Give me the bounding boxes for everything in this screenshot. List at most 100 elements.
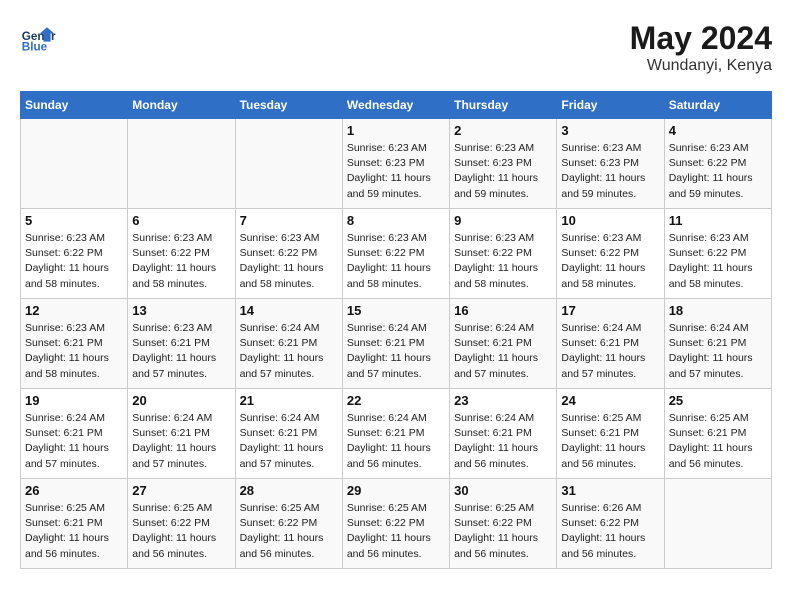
day-number: 16 bbox=[454, 303, 552, 318]
day-info: Sunrise: 6:24 AM Sunset: 6:21 PM Dayligh… bbox=[669, 321, 767, 382]
calendar-week-row: 12 Sunrise: 6:23 AM Sunset: 6:21 PM Dayl… bbox=[21, 299, 772, 389]
day-info: Sunrise: 6:24 AM Sunset: 6:21 PM Dayligh… bbox=[347, 411, 445, 472]
day-number: 31 bbox=[561, 483, 659, 498]
weekday-header: Monday bbox=[128, 92, 235, 119]
day-info: Sunrise: 6:23 AM Sunset: 6:22 PM Dayligh… bbox=[240, 231, 338, 292]
day-number: 5 bbox=[25, 213, 123, 228]
weekday-header: Friday bbox=[557, 92, 664, 119]
day-info: Sunrise: 6:23 AM Sunset: 6:23 PM Dayligh… bbox=[561, 141, 659, 202]
day-number: 18 bbox=[669, 303, 767, 318]
calendar-cell: 3 Sunrise: 6:23 AM Sunset: 6:23 PM Dayli… bbox=[557, 119, 664, 209]
calendar-cell bbox=[664, 479, 771, 569]
day-info: Sunrise: 6:23 AM Sunset: 6:22 PM Dayligh… bbox=[25, 231, 123, 292]
calendar-header: SundayMondayTuesdayWednesdayThursdayFrid… bbox=[21, 92, 772, 119]
calendar-cell: 16 Sunrise: 6:24 AM Sunset: 6:21 PM Dayl… bbox=[450, 299, 557, 389]
day-info: Sunrise: 6:25 AM Sunset: 6:21 PM Dayligh… bbox=[561, 411, 659, 472]
calendar-cell: 13 Sunrise: 6:23 AM Sunset: 6:21 PM Dayl… bbox=[128, 299, 235, 389]
day-number: 20 bbox=[132, 393, 230, 408]
day-number: 13 bbox=[132, 303, 230, 318]
day-info: Sunrise: 6:24 AM Sunset: 6:21 PM Dayligh… bbox=[132, 411, 230, 472]
calendar-cell: 21 Sunrise: 6:24 AM Sunset: 6:21 PM Dayl… bbox=[235, 389, 342, 479]
day-info: Sunrise: 6:25 AM Sunset: 6:22 PM Dayligh… bbox=[454, 501, 552, 562]
day-number: 7 bbox=[240, 213, 338, 228]
calendar-cell bbox=[235, 119, 342, 209]
calendar-cell: 14 Sunrise: 6:24 AM Sunset: 6:21 PM Dayl… bbox=[235, 299, 342, 389]
calendar-cell: 17 Sunrise: 6:24 AM Sunset: 6:21 PM Dayl… bbox=[557, 299, 664, 389]
day-number: 1 bbox=[347, 123, 445, 138]
calendar-week-row: 5 Sunrise: 6:23 AM Sunset: 6:22 PM Dayli… bbox=[21, 209, 772, 299]
day-info: Sunrise: 6:23 AM Sunset: 6:22 PM Dayligh… bbox=[561, 231, 659, 292]
day-number: 24 bbox=[561, 393, 659, 408]
day-info: Sunrise: 6:24 AM Sunset: 6:21 PM Dayligh… bbox=[25, 411, 123, 472]
day-number: 14 bbox=[240, 303, 338, 318]
day-number: 27 bbox=[132, 483, 230, 498]
calendar-cell: 19 Sunrise: 6:24 AM Sunset: 6:21 PM Dayl… bbox=[21, 389, 128, 479]
calendar-cell: 20 Sunrise: 6:24 AM Sunset: 6:21 PM Dayl… bbox=[128, 389, 235, 479]
calendar-week-row: 26 Sunrise: 6:25 AM Sunset: 6:21 PM Dayl… bbox=[21, 479, 772, 569]
day-number: 2 bbox=[454, 123, 552, 138]
calendar-body: 1 Sunrise: 6:23 AM Sunset: 6:23 PM Dayli… bbox=[21, 119, 772, 569]
calendar-cell: 18 Sunrise: 6:24 AM Sunset: 6:21 PM Dayl… bbox=[664, 299, 771, 389]
calendar-cell: 25 Sunrise: 6:25 AM Sunset: 6:21 PM Dayl… bbox=[664, 389, 771, 479]
calendar-week-row: 19 Sunrise: 6:24 AM Sunset: 6:21 PM Dayl… bbox=[21, 389, 772, 479]
weekday-header: Tuesday bbox=[235, 92, 342, 119]
calendar-cell: 7 Sunrise: 6:23 AM Sunset: 6:22 PM Dayli… bbox=[235, 209, 342, 299]
weekday-header: Saturday bbox=[664, 92, 771, 119]
calendar-cell: 27 Sunrise: 6:25 AM Sunset: 6:22 PM Dayl… bbox=[128, 479, 235, 569]
day-number: 9 bbox=[454, 213, 552, 228]
day-info: Sunrise: 6:23 AM Sunset: 6:22 PM Dayligh… bbox=[132, 231, 230, 292]
weekday-header: Wednesday bbox=[342, 92, 449, 119]
day-info: Sunrise: 6:24 AM Sunset: 6:21 PM Dayligh… bbox=[347, 321, 445, 382]
day-info: Sunrise: 6:25 AM Sunset: 6:21 PM Dayligh… bbox=[25, 501, 123, 562]
day-info: Sunrise: 6:25 AM Sunset: 6:22 PM Dayligh… bbox=[132, 501, 230, 562]
day-info: Sunrise: 6:23 AM Sunset: 6:21 PM Dayligh… bbox=[132, 321, 230, 382]
day-info: Sunrise: 6:23 AM Sunset: 6:23 PM Dayligh… bbox=[347, 141, 445, 202]
day-info: Sunrise: 6:23 AM Sunset: 6:21 PM Dayligh… bbox=[25, 321, 123, 382]
day-number: 10 bbox=[561, 213, 659, 228]
day-number: 17 bbox=[561, 303, 659, 318]
day-number: 19 bbox=[25, 393, 123, 408]
day-info: Sunrise: 6:25 AM Sunset: 6:21 PM Dayligh… bbox=[669, 411, 767, 472]
day-number: 3 bbox=[561, 123, 659, 138]
day-info: Sunrise: 6:23 AM Sunset: 6:22 PM Dayligh… bbox=[454, 231, 552, 292]
calendar-week-row: 1 Sunrise: 6:23 AM Sunset: 6:23 PM Dayli… bbox=[21, 119, 772, 209]
day-number: 22 bbox=[347, 393, 445, 408]
calendar-cell: 22 Sunrise: 6:24 AM Sunset: 6:21 PM Dayl… bbox=[342, 389, 449, 479]
day-number: 28 bbox=[240, 483, 338, 498]
calendar-cell: 10 Sunrise: 6:23 AM Sunset: 6:22 PM Dayl… bbox=[557, 209, 664, 299]
month-year-title: May 2024 bbox=[630, 20, 772, 57]
day-number: 29 bbox=[347, 483, 445, 498]
calendar-cell: 11 Sunrise: 6:23 AM Sunset: 6:22 PM Dayl… bbox=[664, 209, 771, 299]
calendar-cell: 8 Sunrise: 6:23 AM Sunset: 6:22 PM Dayli… bbox=[342, 209, 449, 299]
page-header: General Blue May 2024 Wundanyi, Kenya bbox=[20, 20, 772, 75]
calendar-cell: 2 Sunrise: 6:23 AM Sunset: 6:23 PM Dayli… bbox=[450, 119, 557, 209]
day-info: Sunrise: 6:26 AM Sunset: 6:22 PM Dayligh… bbox=[561, 501, 659, 562]
calendar-cell: 23 Sunrise: 6:24 AM Sunset: 6:21 PM Dayl… bbox=[450, 389, 557, 479]
logo-icon: General Blue bbox=[20, 20, 56, 56]
calendar-cell: 1 Sunrise: 6:23 AM Sunset: 6:23 PM Dayli… bbox=[342, 119, 449, 209]
day-number: 23 bbox=[454, 393, 552, 408]
calendar-cell: 15 Sunrise: 6:24 AM Sunset: 6:21 PM Dayl… bbox=[342, 299, 449, 389]
svg-text:Blue: Blue bbox=[22, 41, 48, 54]
calendar-cell bbox=[21, 119, 128, 209]
day-info: Sunrise: 6:23 AM Sunset: 6:23 PM Dayligh… bbox=[454, 141, 552, 202]
calendar-cell: 29 Sunrise: 6:25 AM Sunset: 6:22 PM Dayl… bbox=[342, 479, 449, 569]
day-info: Sunrise: 6:24 AM Sunset: 6:21 PM Dayligh… bbox=[561, 321, 659, 382]
weekday-row: SundayMondayTuesdayWednesdayThursdayFrid… bbox=[21, 92, 772, 119]
day-number: 11 bbox=[669, 213, 767, 228]
day-info: Sunrise: 6:24 AM Sunset: 6:21 PM Dayligh… bbox=[240, 411, 338, 472]
day-info: Sunrise: 6:24 AM Sunset: 6:21 PM Dayligh… bbox=[454, 411, 552, 472]
calendar-cell: 9 Sunrise: 6:23 AM Sunset: 6:22 PM Dayli… bbox=[450, 209, 557, 299]
calendar-cell: 4 Sunrise: 6:23 AM Sunset: 6:22 PM Dayli… bbox=[664, 119, 771, 209]
weekday-header: Sunday bbox=[21, 92, 128, 119]
day-number: 15 bbox=[347, 303, 445, 318]
location-subtitle: Wundanyi, Kenya bbox=[630, 57, 772, 75]
calendar-cell: 31 Sunrise: 6:26 AM Sunset: 6:22 PM Dayl… bbox=[557, 479, 664, 569]
day-number: 21 bbox=[240, 393, 338, 408]
calendar-cell: 6 Sunrise: 6:23 AM Sunset: 6:22 PM Dayli… bbox=[128, 209, 235, 299]
calendar-table: SundayMondayTuesdayWednesdayThursdayFrid… bbox=[20, 91, 772, 569]
day-number: 30 bbox=[454, 483, 552, 498]
day-info: Sunrise: 6:24 AM Sunset: 6:21 PM Dayligh… bbox=[454, 321, 552, 382]
day-number: 8 bbox=[347, 213, 445, 228]
day-info: Sunrise: 6:23 AM Sunset: 6:22 PM Dayligh… bbox=[347, 231, 445, 292]
